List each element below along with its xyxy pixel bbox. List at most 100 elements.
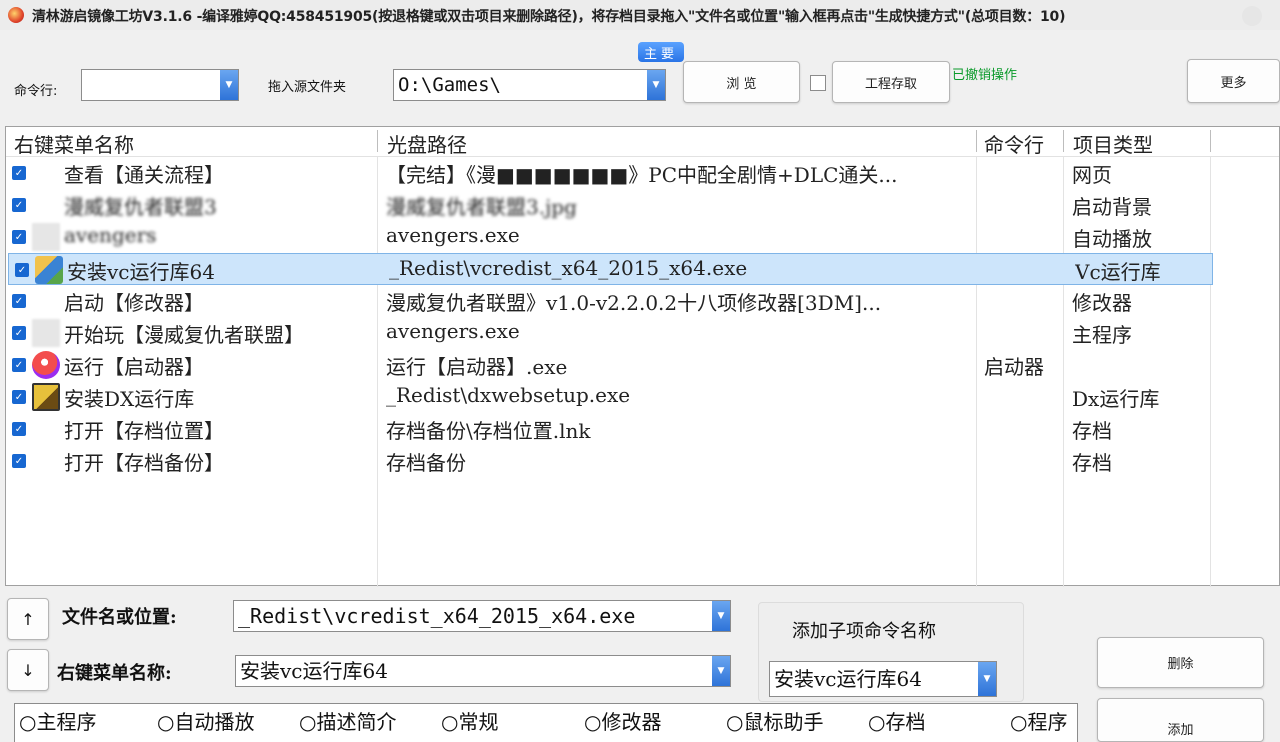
column-divider[interactable] (976, 130, 977, 152)
add-button[interactable]: 添加 (1097, 698, 1264, 742)
table-row[interactable]: ✓ avengers avengers.exe 自动播放 (6, 221, 1211, 253)
row-type: 网页 (1072, 163, 1112, 187)
row-checkbox[interactable]: ✓ (12, 358, 26, 372)
chevron-down-icon[interactable]: ▼ (712, 601, 730, 631)
row-checkbox[interactable]: ✓ (12, 166, 26, 180)
row-menu-name: 打开【存档备份】 (64, 451, 224, 475)
row-disc-path: 【完结】《漫■■■■■■■》PC中配全剧情+DLC通关... (386, 163, 898, 187)
row-type: Vc运行库 (1075, 260, 1161, 284)
type-radio-program[interactable]: ○程序 (1010, 706, 1067, 735)
app-icon (8, 7, 24, 23)
cmd-combobox[interactable]: ▼ (81, 69, 239, 101)
row-type: 修改器 (1072, 291, 1132, 315)
undo-status-text: 已撤销操作 (952, 68, 1018, 83)
blurred-icon (32, 319, 60, 347)
column-divider[interactable] (377, 130, 378, 152)
subcommand-value: 安装vc运行库64 (774, 667, 922, 691)
row-checkbox[interactable]: ✓ (12, 422, 26, 436)
row-type: Dx运行库 (1072, 387, 1160, 411)
chevron-down-icon[interactable]: ▼ (978, 662, 996, 696)
row-disc-path: avengers.exe (386, 223, 520, 247)
table-row[interactable]: ✓ 运行【启动器】 运行【启动器】.exe 启动器 (6, 349, 1211, 381)
row-disc-path: 漫威复仇者联盟3.jpg (386, 195, 577, 219)
row-type: 存档 (1072, 419, 1112, 443)
menu-name-label: 右键菜单名称: (57, 663, 172, 684)
project-list[interactable]: 右键菜单名称 光盘路径 命令行 项目类型 ✓ 查看【通关流程】 【完结】《漫■■■■… (5, 126, 1280, 587)
column-header-cmd[interactable]: 命令行 (984, 129, 1060, 158)
type-radio-trainer[interactable]: ○修改器 (584, 706, 661, 735)
chevron-down-icon[interactable]: ▼ (647, 70, 665, 100)
window-title: 清林游启镜像工坊V3.1.6 -编译雅婷QQ:458451905(按退格键或双击… (32, 9, 1066, 25)
table-row[interactable]: ✓ 打开【存档位置】 存档备份\存档位置.lnk 存档 (6, 413, 1211, 445)
table-row[interactable]: ✓ 安装DX运行库 _Redist\dxwebsetup.exe Dx运行库 (6, 381, 1211, 413)
type-radio-autoplay[interactable]: ○自动播放 (157, 706, 254, 735)
table-row[interactable]: ✓ 查看【通关流程】 【完结】《漫■■■■■■■》PC中配全剧情+DLC通关... 网… (6, 157, 1211, 189)
row-checkbox[interactable]: ✓ (12, 326, 26, 340)
row-checkbox[interactable]: ✓ (12, 454, 26, 468)
move-down-button[interactable]: ↓ (7, 649, 49, 691)
project-save-button[interactable]: 工程存取 (832, 61, 950, 103)
type-radio-save[interactable]: ○存档 (868, 706, 925, 735)
blurred-icon (32, 223, 60, 251)
row-disc-path: 漫威复仇者联盟》v1.0-v2.2.0.2十八项修改器[3DM]... (386, 291, 882, 315)
row-menu-name: 打开【存档位置】 (64, 419, 224, 443)
row-disc-path: _Redist\vcredist_x64_2015_x64.exe (389, 256, 748, 280)
table-row[interactable]: ✓ 打开【存档备份】 存档备份 存档 (6, 445, 1211, 477)
list-header: 右键菜单名称 光盘路径 命令行 项目类型 (6, 127, 1279, 157)
type-radio-description[interactable]: ○描述简介 (299, 706, 396, 735)
row-checkbox[interactable]: ✓ (12, 198, 26, 212)
row-checkbox[interactable]: ✓ (15, 263, 29, 277)
type-radio-mouse-helper[interactable]: ○鼠标助手 (726, 706, 823, 735)
row-checkbox[interactable]: ✓ (12, 230, 26, 244)
row-disc-path: 运行【启动器】.exe (386, 355, 568, 379)
column-divider[interactable] (1210, 130, 1211, 152)
row-menu-name: 运行【启动器】 (64, 355, 204, 379)
row-disc-path: 存档备份 (386, 451, 466, 475)
row-checkbox[interactable]: ✓ (12, 390, 26, 404)
table-row[interactable]: ✓ 开始玩【漫威复仇者联盟】 avengers.exe 主程序 (6, 317, 1211, 349)
table-row[interactable]: ✓ 安装vc运行库64 _Redist\vcredist_x64_2015_x64.… (8, 253, 1213, 285)
row-type: 主程序 (1072, 323, 1132, 347)
row-menu-name: 安装vc运行库64 (67, 260, 215, 284)
source-folder-combobox[interactable]: O:\Games\ ▼ (393, 69, 666, 101)
source-folder-value: O:\Games\ (398, 74, 501, 96)
subcommand-combobox[interactable]: 安装vc运行库64 ▼ (769, 661, 997, 697)
row-menu-name: avengers (64, 223, 157, 247)
type-radio-general[interactable]: ○常规 (441, 706, 498, 735)
chevron-down-icon[interactable]: ▼ (712, 656, 730, 686)
dx-installer-icon (32, 383, 60, 411)
row-type: 启动背景 (1072, 195, 1152, 219)
table-row[interactable]: ✓ 漫威复仇者联盟3 漫威复仇者联盟3.jpg 启动背景 (6, 189, 1211, 221)
type-radio-main[interactable]: ○主程序 (19, 706, 96, 735)
row-disc-path: 存档备份\存档位置.lnk (386, 419, 591, 443)
source-folder-label: 拖入源文件夹 (268, 80, 347, 95)
delete-button[interactable]: 删除 (1097, 637, 1264, 688)
menu-name-combobox[interactable]: 安装vc运行库64 ▼ (235, 655, 731, 687)
row-menu-name: 启动【修改器】 (64, 291, 204, 315)
move-up-button[interactable]: ↑ (7, 598, 49, 640)
row-disc-path: avengers.exe (386, 319, 520, 343)
option-checkbox[interactable] (810, 75, 826, 91)
cmd-label: 命令行: (14, 84, 58, 99)
filename-combobox[interactable]: _Redist\vcredist_x64_2015_x64.exe ▼ (233, 600, 731, 632)
filename-value: _Redist\vcredist_x64_2015_x64.exe (238, 604, 636, 628)
subcommand-title: 添加子项命令名称 (792, 621, 936, 642)
column-header-disc-path[interactable]: 光盘路径 (387, 129, 467, 158)
column-header-menu-name[interactable]: 右键菜单名称 (14, 129, 134, 158)
filename-label: 文件名或位置: (62, 607, 177, 628)
browse-button[interactable]: 浏 览 (683, 61, 800, 103)
chevron-down-icon[interactable]: ▼ (220, 70, 238, 100)
row-cmd: 启动器 (984, 355, 1044, 379)
table-row[interactable]: ✓ 启动【修改器】 漫威复仇者联盟》v1.0-v2.2.0.2十八项修改器[3DM]… (6, 285, 1211, 317)
more-button[interactable]: 更多 (1187, 59, 1280, 103)
menu-name-value: 安装vc运行库64 (240, 659, 388, 683)
column-divider[interactable] (1063, 130, 1064, 152)
type-radio-group: ○主程序 ○自动播放 ○描述简介 ○常规 ○修改器 ○鼠标助手 ○存档 ○程序 (14, 703, 1078, 742)
main-tab-badge[interactable]: 主要 (638, 42, 684, 62)
row-type: 存档 (1072, 451, 1112, 475)
column-header-type[interactable]: 项目类型 (1073, 129, 1153, 158)
close-icon[interactable] (1242, 6, 1262, 26)
row-checkbox[interactable]: ✓ (12, 294, 26, 308)
title-bar: 清林游启镜像工坊V3.1.6 -编译雅婷QQ:458451905(按退格键或双击… (0, 0, 1280, 30)
vc-installer-icon (35, 256, 63, 284)
